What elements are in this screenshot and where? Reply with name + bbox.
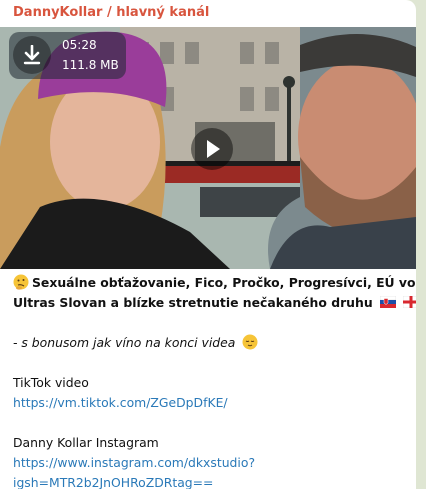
download-arrow-icon — [23, 45, 41, 65]
play-button[interactable] — [191, 128, 233, 170]
instagram-label: Danny Kollar Instagram — [13, 435, 159, 450]
thinking-face-emoji — [13, 274, 29, 290]
england-flag-emoji — [403, 296, 416, 308]
relieved-face-emoji — [242, 334, 258, 350]
bonus-text: - s bonusom jak víno na konci videa — [13, 335, 236, 350]
video-preview[interactable]: 05:28 111.8 MB — [0, 27, 416, 269]
video-duration: 05:28 — [62, 38, 97, 52]
slovakia-flag-emoji — [379, 296, 396, 308]
video-file-size: 111.8 MB — [62, 58, 119, 72]
bonus-line: - s bonusom jak víno na konci videa — [13, 333, 411, 353]
tiktok-link[interactable]: https://vm.tiktok.com/ZGeDpDfKE/ — [13, 393, 411, 413]
message-bubble: DannyKollar / hlavný kanál 05:28 111.8 M… — [0, 0, 416, 489]
play-icon — [207, 140, 220, 158]
post-title-text-2: Ultras Slovan a blízke stretnutie nečaka… — [13, 295, 373, 310]
channel-name[interactable]: DannyKollar / hlavný kanál — [13, 5, 209, 20]
download-badge: 05:28 111.8 MB — [9, 32, 126, 79]
download-button[interactable] — [13, 36, 51, 74]
instagram-link-line-2[interactable]: igsh=MTR2b2JnOHRoZDRtag== — [13, 473, 411, 489]
post-title-line-1: Sexuálne obťažovanie, Fico, Pročko, Prog… — [13, 273, 416, 293]
tiktok-label: TikTok video — [13, 375, 89, 390]
post-title-line-2: Ultras Slovan a blízke stretnutie nečaka… — [13, 293, 416, 313]
message-caption: Sexuálne obťažovanie, Fico, Pročko, Prog… — [13, 273, 416, 489]
instagram-link-line-1[interactable]: https://www.instagram.com/dkxstudio? — [13, 453, 411, 473]
post-title-text-1: Sexuálne obťažovanie, Fico, Pročko, Prog… — [32, 275, 416, 290]
